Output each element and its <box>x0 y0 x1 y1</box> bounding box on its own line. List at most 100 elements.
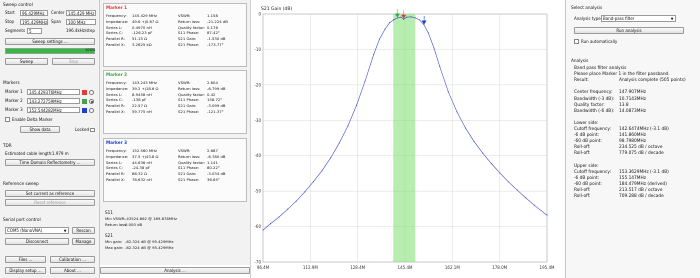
show-data-button[interactable]: Show data <box>20 126 60 133</box>
marker-field-label: Series L: <box>106 24 123 30</box>
segments-field[interactable]: 5 <box>27 28 42 34</box>
locked-checkbox[interactable] <box>90 127 95 132</box>
span-label: Span <box>51 19 62 24</box>
marker-field-label: Parallel X: <box>106 42 125 47</box>
marker-2-radio[interactable] <box>89 98 94 104</box>
marker-2-color-swatch[interactable] <box>82 98 87 104</box>
marker-field-label: VSWR: <box>178 13 191 18</box>
analysis-result-label: -60 dB point: <box>574 181 602 187</box>
analysis-button[interactable]: Analysis ... <box>100 267 250 274</box>
analysis-result-row: Roll-off: 779.075 dB / decade <box>574 151 664 157</box>
manage-button[interactable]: Manage <box>72 238 95 245</box>
marker-2-label: Marker 2 <box>5 98 23 103</box>
marker-field-label: Impedance: <box>106 153 129 159</box>
marker-field-label: Parallel X: <box>106 109 125 114</box>
marker-2-frequency-field[interactable]: 143.272759MHz <box>27 98 80 104</box>
sweep-button[interactable]: Sweep <box>5 58 48 65</box>
marker-field-label: Parallel R: <box>106 103 125 109</box>
analysis-type-label: Analysis type <box>574 16 601 21</box>
analysis-result-row: Cutoff frequency: 153.3629MHz (-3.1 dB) <box>574 170 669 176</box>
serial-port-select[interactable]: COM5 (NanoVNA) ▼ <box>5 227 69 234</box>
analysis-type-select[interactable]: Band-pass filter ▼ <box>601 15 676 22</box>
marker-field-label: Series C: <box>106 97 123 103</box>
marker-field-value: 87.42° <box>207 30 220 36</box>
marker-field-value: 3.2625 kΩ <box>132 42 152 47</box>
disconnect-button[interactable]: Disconnect <box>5 238 69 245</box>
stop-field[interactable]: 195.429MHz <box>20 19 48 25</box>
analysis-result-value: 153.3629MHz (-3.1 dB) <box>619 169 669 175</box>
marker-field-label: Parallel X: <box>106 177 125 182</box>
run-analysis-button[interactable]: Run analysis <box>574 27 684 34</box>
analysis-result-row: -6 dB point: 141.860MHz <box>574 133 646 139</box>
center-field[interactable]: 145.429 MHz <box>66 10 96 16</box>
marker-3-radio[interactable] <box>89 107 94 113</box>
marker-1-radio[interactable] <box>89 89 94 95</box>
marker-3-frequency-field[interactable]: 152.544282MHz <box>27 107 80 113</box>
marker-3-label: 3 <box>423 15 425 19</box>
y-tick-label: -50 <box>254 189 261 194</box>
analysis-result-value: 155.147MHz <box>619 175 646 181</box>
marker-3-color-swatch[interactable] <box>82 107 87 113</box>
s21-gain-chart[interactable]: 1 2 3 96.4M 112.9M 128.4M 145.4M 162.1M 178.0M 1… <box>251 0 561 278</box>
data-point <box>414 17 416 19</box>
marker-1-color-swatch[interactable] <box>82 89 87 95</box>
analysis-result-row: Roll-off: 213.517 dB / octave <box>574 188 663 194</box>
marker-1-frequency-field[interactable]: 145.429376MHz <box>27 89 80 95</box>
about-button[interactable]: About ... <box>50 267 95 274</box>
stop-button[interactable]: Stop <box>52 58 95 65</box>
marker-field-label: Series C: <box>106 165 123 171</box>
sweep-settings-button[interactable]: Sweep settings ... <box>5 38 95 45</box>
start-label: Start <box>5 10 15 15</box>
data-point <box>516 189 518 191</box>
marker-field-label: Impedance: <box>106 18 129 24</box>
display-setup-button[interactable]: Display setup ... <box>5 267 46 274</box>
marker-3-title: Marker 3 <box>106 140 128 145</box>
calibration-button[interactable]: Calibration ... <box>50 256 95 263</box>
marker-field-label: S21 Gain: <box>178 36 197 42</box>
data-point <box>384 28 386 30</box>
marker-field-label: Parallel R: <box>106 171 125 177</box>
marker-field-label: VSWR: <box>178 80 191 85</box>
marker-field-label: Series C: <box>106 30 123 36</box>
analysis-result-value: 709.288 dB / decade <box>619 194 664 200</box>
analysis-result-label: Lower side: <box>574 120 599 126</box>
marker-field-label: S11 Phase: <box>178 165 200 171</box>
start-field[interactable]: 96.429MHz <box>20 10 48 16</box>
set-reference-button[interactable]: Set current as reference <box>5 190 95 197</box>
marker-field-label: Frequency: <box>106 80 127 85</box>
marker-field-value: -21.224 dB <box>207 18 228 24</box>
analysis-result-label: Result: <box>574 78 589 84</box>
select-analysis-title: Select analysis <box>571 5 603 10</box>
marker-field-label: Quality factor: <box>178 91 206 97</box>
markers-title: Markers <box>3 80 20 85</box>
data-point <box>321 170 323 172</box>
rescan-button[interactable]: Rescan <box>72 227 95 234</box>
data-point <box>278 216 280 218</box>
span-field[interactable]: 100 MHz <box>66 19 96 25</box>
run-automatically-checkbox[interactable] <box>574 39 579 44</box>
sweep-control-title: Sweep control <box>3 2 33 7</box>
files-button[interactable]: Files ... <box>5 256 46 263</box>
marker-field-label: S11 Phase: <box>178 30 200 36</box>
marker-field-label: Frequency: <box>106 148 127 153</box>
data-point <box>464 127 467 129</box>
sweep-progress-bar <box>5 48 95 54</box>
data-point <box>546 214 548 216</box>
delta-marker-checkbox[interactable] <box>5 117 10 122</box>
y-tick-label: -30 <box>254 118 261 123</box>
marker-field-value: -126.23 pF <box>132 30 153 36</box>
marker-field-value: 145.429 MHz <box>132 13 158 18</box>
reset-reference-button[interactable]: Reset reference <box>5 199 95 206</box>
tdr-button[interactable]: Time Domain Reflectometry ... <box>5 159 95 166</box>
y-tick-label: -70 <box>254 260 261 265</box>
analysis-result-label: Band pass filter analysis <box>574 66 627 71</box>
data-point <box>482 152 484 154</box>
analysis-result-value: 213.517 dB / octave <box>619 188 663 193</box>
marker-field-value: 2.687 <box>207 148 218 153</box>
marker-field-value: 36.65° <box>207 177 220 182</box>
data-point <box>456 111 458 113</box>
marker-field-value: -1.530 dB <box>207 36 226 42</box>
analysis-result-value: 13.8 <box>619 102 629 108</box>
analysis-result-label: Roll-off: <box>574 151 591 157</box>
sweep-progress-label: 100% <box>85 48 96 52</box>
